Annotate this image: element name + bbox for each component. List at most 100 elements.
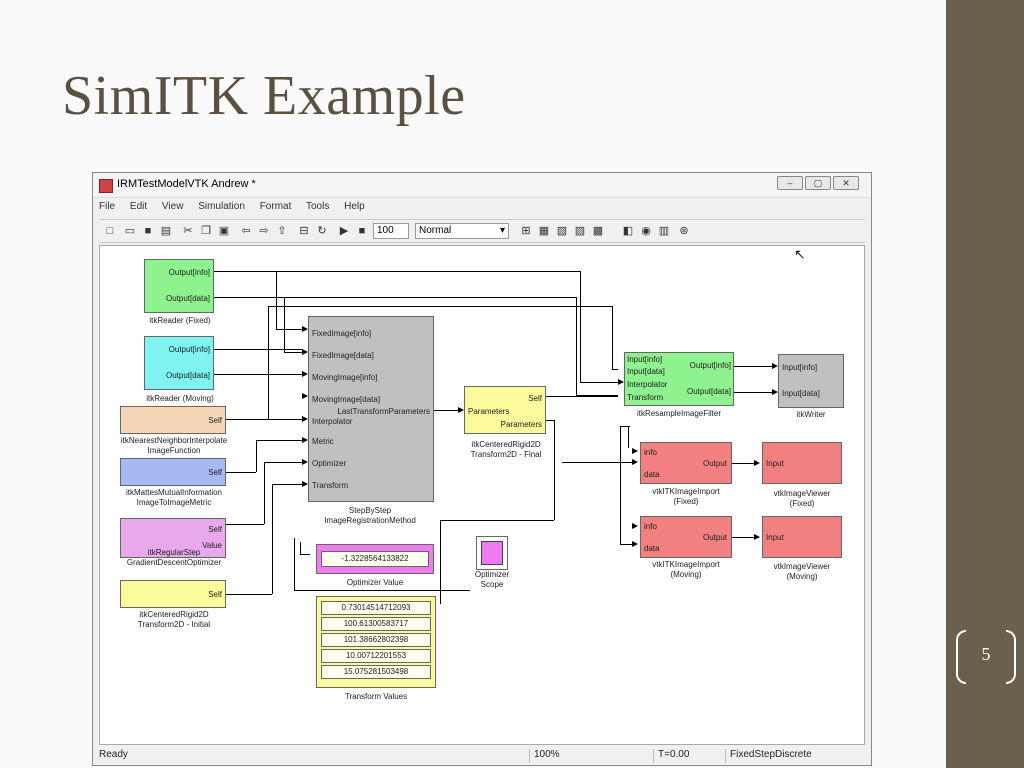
port-input-data: Input[data] xyxy=(627,367,665,376)
signal-line xyxy=(620,426,621,544)
caption-viewer-moving-2: (Moving) xyxy=(786,572,818,581)
menu-help[interactable]: Help xyxy=(344,201,365,212)
slide-title: SimITK Example xyxy=(62,65,466,127)
page-number: 5 xyxy=(981,644,991,664)
block-metric[interactable]: Self xyxy=(120,458,226,486)
block-import-moving[interactable]: info data Output xyxy=(640,516,732,558)
cut-icon[interactable]: ✂ xyxy=(181,224,195,238)
play-icon[interactable]: ▶ xyxy=(337,224,351,238)
signal-line xyxy=(256,440,257,472)
signal-line xyxy=(732,463,754,464)
paste-icon[interactable]: ▣ xyxy=(217,224,231,238)
signal-line xyxy=(300,542,301,554)
port-self: Self xyxy=(528,394,542,403)
caption-import-moving-2: (Moving) xyxy=(670,570,702,579)
block-optimizer-value[interactable]: -1.3228564133822 xyxy=(316,544,434,574)
find-icon[interactable]: ◉ xyxy=(639,224,653,238)
block-initial-transform[interactable]: Self xyxy=(120,580,226,608)
save-icon[interactable]: ■ xyxy=(141,224,155,238)
signal-line xyxy=(276,271,277,329)
menu-simulation[interactable]: Simulation xyxy=(198,201,245,212)
port-fixed-info: FixedImage[info] xyxy=(312,329,372,338)
clipboard-icon[interactable]: ▧ xyxy=(555,224,569,238)
port-output: Output xyxy=(702,459,727,468)
optimizer-value-display: -1.3228564133822 xyxy=(321,551,429,567)
grid-icon[interactable]: ▦ xyxy=(537,224,551,238)
maximize-button[interactable]: ▢ xyxy=(805,176,831,190)
signal-line xyxy=(300,554,310,555)
port-self: Self xyxy=(208,416,222,425)
caption-import-fixed-2: (Fixed) xyxy=(673,497,699,506)
block-registration[interactable]: FixedImage[info] FixedImage[data] Moving… xyxy=(308,316,434,502)
target-icon[interactable]: ⊛ xyxy=(677,224,691,238)
stop-time-input[interactable]: 100 xyxy=(373,223,409,239)
signal-line xyxy=(264,462,265,524)
model-canvas[interactable]: Output[info] Output[data] itkReader (Fix… xyxy=(99,245,865,745)
up-icon[interactable]: ⇧ xyxy=(275,224,289,238)
library-icon[interactable]: ⊟ xyxy=(297,224,311,238)
menu-format[interactable]: Format xyxy=(260,201,292,212)
block-viewer-moving[interactable]: Input xyxy=(762,516,842,558)
port-self: Self xyxy=(208,468,222,477)
copy-icon[interactable]: ❐ xyxy=(199,224,213,238)
block-final-transform[interactable]: Self Parameters Parameters xyxy=(464,386,546,434)
debug-icon[interactable]: ◧ xyxy=(621,224,635,238)
block-interpolator[interactable]: Self xyxy=(120,406,226,434)
block-writer[interactable]: Input[info] Input[data] xyxy=(778,354,844,408)
port-data: data xyxy=(644,470,660,479)
open-folder-icon[interactable]: ▭ xyxy=(123,224,137,238)
close-button[interactable]: ✕ xyxy=(833,176,859,190)
print-icon[interactable]: ▤ xyxy=(159,224,173,238)
menu-file[interactable]: File xyxy=(99,201,115,212)
simulation-mode-select[interactable]: Normal ▾ xyxy=(415,223,509,239)
stop-icon[interactable]: ■ xyxy=(355,224,369,238)
signal-line xyxy=(580,382,618,383)
menu-view[interactable]: View xyxy=(162,201,184,212)
block-reader-fixed[interactable]: Output[info] Output[data] xyxy=(144,259,214,313)
caption-interpolator-1: itkNearestNeighborInterpolate xyxy=(120,436,228,445)
status-zoom: 100% xyxy=(529,749,614,763)
signal-line xyxy=(226,594,272,595)
model-explorer-icon[interactable]: ⊞ xyxy=(519,224,533,238)
signal-line xyxy=(576,297,577,395)
caption-final-transform-2: Transform2D - Final xyxy=(470,450,542,459)
refresh-icon[interactable]: ↻ xyxy=(315,224,329,238)
block-optimizer-scope[interactable] xyxy=(476,536,508,570)
redo-icon[interactable]: ⇨ xyxy=(257,224,271,238)
block-viewer-fixed[interactable]: Input xyxy=(762,442,842,484)
build-icon[interactable]: ▨ xyxy=(573,224,587,238)
caption-metric-1: itkMattesMutualInformation xyxy=(125,488,223,497)
signal-line xyxy=(214,349,302,350)
signal-line xyxy=(214,374,302,375)
dimmed-icon[interactable]: ▩ xyxy=(591,224,605,238)
signal-arrow xyxy=(302,393,308,399)
signal-line xyxy=(440,520,554,521)
caption-registration-2: ImageRegistrationMethod xyxy=(324,516,416,525)
caption-import-fixed-1: vtkITKImageImport xyxy=(652,487,720,496)
app-icon xyxy=(99,179,113,193)
signal-arrow xyxy=(632,459,638,465)
block-resample-filter[interactable]: Input[info] Input[data] Interpolator Tra… xyxy=(624,352,734,406)
signal-line xyxy=(440,520,441,604)
signal-arrow xyxy=(618,379,624,385)
block-import-fixed[interactable]: info data Output xyxy=(640,442,732,484)
block-transform-values[interactable]: 0.73014514712093 100.61300583717 101.386… xyxy=(316,596,436,688)
port-fixed-data: FixedImage[data] xyxy=(312,351,374,360)
signal-line xyxy=(268,306,612,307)
port-moving-info: MovingImage[info] xyxy=(312,373,378,382)
port-last-transform-parameters: LastTransformParameters xyxy=(337,407,430,416)
page-number-badge: 5 xyxy=(956,630,1016,684)
signal-line xyxy=(264,462,302,463)
block-reader-moving[interactable]: Output[info] Output[data] xyxy=(144,336,214,390)
menu-edit[interactable]: Edit xyxy=(130,201,147,212)
port-output-data: Output[data] xyxy=(165,371,210,380)
scope-icon xyxy=(481,541,503,565)
table-icon[interactable]: ▥ xyxy=(657,224,671,238)
port-transform: Transform xyxy=(627,393,664,402)
menu-tools[interactable]: Tools xyxy=(306,201,329,212)
undo-icon[interactable]: ⇦ xyxy=(239,224,253,238)
new-file-icon[interactable]: □ xyxy=(103,224,117,238)
minimize-button[interactable]: – xyxy=(777,176,803,190)
caption-optimizer-value: Optimizer Value xyxy=(346,578,404,587)
caption-initial-transform-1: itkCenteredRigid2D xyxy=(139,610,209,619)
